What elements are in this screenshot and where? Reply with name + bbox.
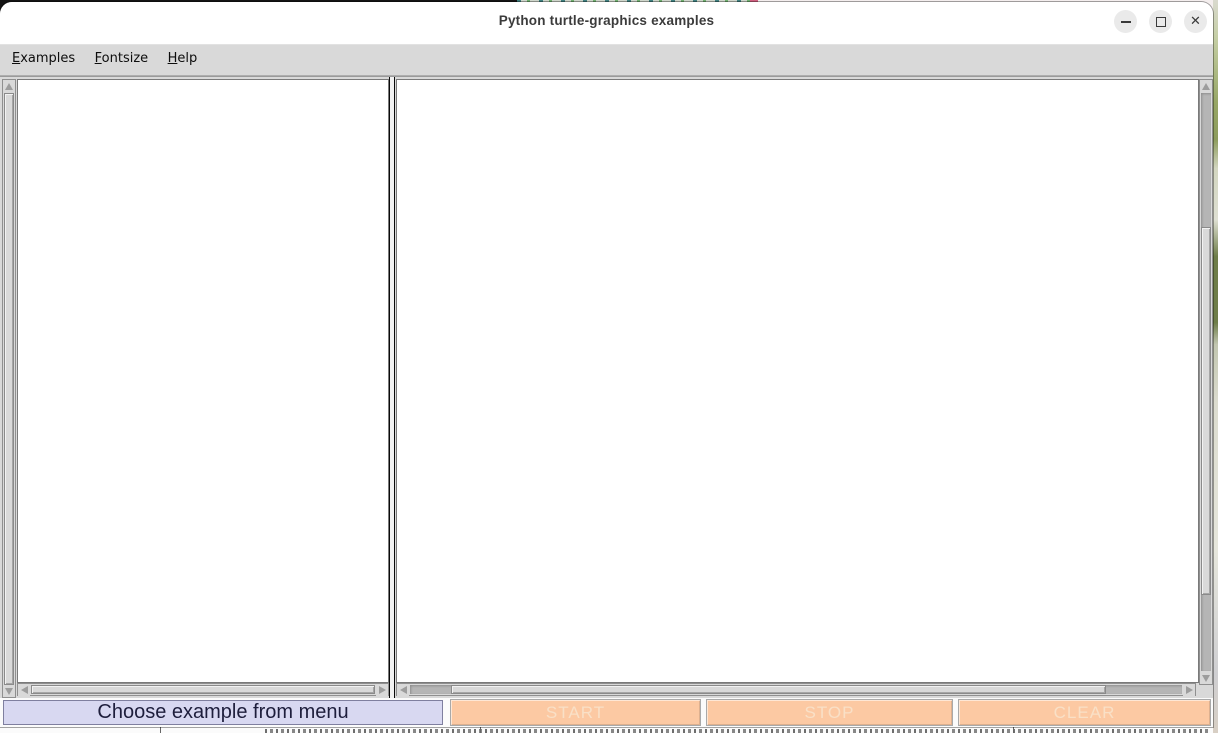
background-table-border	[480, 727, 481, 733]
scrollbar-thumb[interactable]	[4, 93, 14, 685]
background-table-border	[160, 727, 161, 733]
scroll-up-arrow[interactable]	[1200, 80, 1212, 92]
statusbar: Choose example from menu START STOP CLEA…	[0, 698, 1213, 727]
scrollbar-thumb[interactable]	[451, 685, 1106, 694]
scroll-up-arrow[interactable]	[3, 80, 15, 92]
scroll-right-arrow[interactable]	[1183, 684, 1195, 696]
close-button[interactable]: ✕	[1184, 10, 1207, 33]
editor-vertical-scrollbar[interactable]	[2, 79, 16, 698]
scroll-left-arrow[interactable]	[18, 684, 30, 696]
scrollbar-thumb[interactable]	[31, 685, 375, 694]
menubar: Examples Fontsize Help	[0, 45, 1213, 76]
background-table-border	[1013, 727, 1014, 733]
start-button[interactable]: START	[450, 699, 701, 726]
turtledemo-window: Python turtle-graphics examples ✕ Exampl…	[0, 2, 1213, 727]
window-title: Python turtle-graphics examples	[0, 13, 1213, 28]
maximize-button[interactable]	[1149, 10, 1172, 33]
canvas-vertical-scrollbar[interactable]	[1199, 79, 1213, 685]
menu-item-fontsize[interactable]: Fontsize	[95, 51, 149, 66]
menu-item-help[interactable]: Help	[168, 51, 198, 66]
scroll-left-arrow[interactable]	[397, 684, 409, 696]
scrollbar-thumb[interactable]	[1201, 227, 1211, 595]
turtle-canvas	[396, 79, 1199, 683]
titlebar[interactable]: Python turtle-graphics examples ✕	[0, 2, 1213, 45]
minimize-icon	[1121, 21, 1131, 23]
editor-pane[interactable]	[17, 79, 389, 683]
editor-horizontal-scrollbar[interactable]	[17, 683, 389, 696]
scroll-down-arrow[interactable]	[1200, 672, 1212, 684]
scroll-right-arrow[interactable]	[376, 684, 388, 696]
stop-button[interactable]: STOP	[706, 699, 953, 726]
scroll-down-arrow[interactable]	[3, 685, 15, 697]
close-icon: ✕	[1190, 15, 1201, 28]
clear-button[interactable]: CLEAR	[958, 699, 1211, 726]
background-window-right-sliver	[1213, 0, 1218, 733]
canvas-horizontal-scrollbar[interactable]	[396, 683, 1196, 696]
menu-item-examples[interactable]: Examples	[12, 51, 75, 66]
workarea	[0, 76, 1213, 699]
background-window-bottom-sliver	[0, 727, 1213, 733]
status-message: Choose example from menu	[3, 700, 443, 725]
maximize-icon	[1156, 17, 1166, 27]
pane-divider-sash[interactable]	[389, 77, 395, 699]
background-text-smudge	[265, 729, 1210, 733]
minimize-button[interactable]	[1114, 10, 1137, 33]
